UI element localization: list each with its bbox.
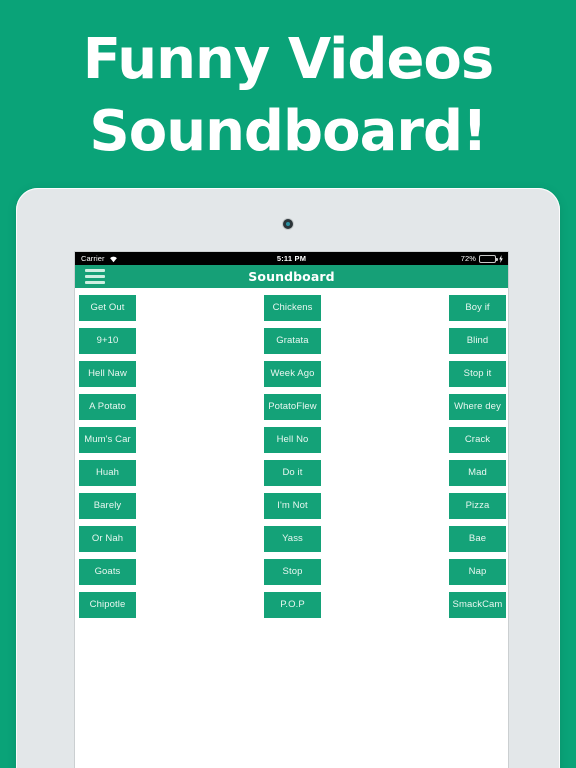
sound-button[interactable]: Get Out: [79, 295, 136, 321]
soundboard-column-middle: Chickens Gratata Week Ago PotatoFlew Hell No…: [264, 295, 321, 618]
sound-button[interactable]: Barely: [79, 493, 136, 519]
sound-button[interactable]: SmackCam: [449, 592, 506, 618]
sound-button[interactable]: A Potato: [79, 394, 136, 420]
sound-button[interactable]: Mad: [449, 460, 506, 486]
sound-button[interactable]: Huah: [79, 460, 136, 486]
sound-button[interactable]: P.O.P: [264, 592, 321, 618]
sound-button[interactable]: Pizza: [449, 493, 506, 519]
sound-button[interactable]: Chipotle: [79, 592, 136, 618]
lightning-bolt-icon: [499, 254, 503, 263]
sound-button[interactable]: Do it: [264, 460, 321, 486]
sound-button[interactable]: 9+10: [79, 328, 136, 354]
sound-button[interactable]: Crack: [449, 427, 506, 453]
tablet-device-frame: Carrier 5:11 PM 72% Soundboard Get Out 9…: [16, 188, 560, 768]
sound-button[interactable]: Blind: [449, 328, 506, 354]
app-navigation-bar: Soundboard: [75, 265, 508, 288]
sound-button[interactable]: I'm Not: [264, 493, 321, 519]
device-screen: Carrier 5:11 PM 72% Soundboard Get Out 9…: [75, 252, 508, 768]
sound-button[interactable]: Goats: [79, 559, 136, 585]
sound-button[interactable]: Where dey: [449, 394, 506, 420]
soundboard-column-right: Boy if Blind Stop it Where dey Crack Mad Pizza…: [449, 295, 506, 618]
promo-headline: Funny Videos Soundboard!: [0, 24, 576, 168]
sound-button[interactable]: Chickens: [264, 295, 321, 321]
sound-button[interactable]: Hell No: [264, 427, 321, 453]
app-title: Soundboard: [248, 269, 335, 284]
sound-button[interactable]: PotatoFlew: [264, 394, 321, 420]
soundboard-column-left: Get Out 9+10 Hell Naw A Potato Mum's Car Huah…: [79, 295, 136, 618]
battery-percent-label: 72%: [460, 254, 476, 263]
ios-status-bar: Carrier 5:11 PM 72%: [75, 252, 508, 265]
soundboard-columns: Get Out 9+10 Hell Naw A Potato Mum's Car Huah…: [75, 295, 508, 618]
front-camera-icon: [283, 219, 293, 229]
battery-icon: [479, 254, 498, 263]
sound-button[interactable]: Week Ago: [264, 361, 321, 387]
clock-label: 5:11 PM: [276, 254, 307, 263]
sound-button[interactable]: Or Nah: [79, 526, 136, 552]
promo-headline-line-2: Soundboard!: [89, 99, 487, 164]
promo-headline-line-1: Funny Videos: [82, 27, 495, 92]
sound-button[interactable]: Gratata: [264, 328, 321, 354]
soundboard-grid: Get Out 9+10 Hell Naw A Potato Mum's Car Huah…: [75, 288, 508, 768]
sound-button[interactable]: Bae: [449, 526, 506, 552]
sound-button[interactable]: Boy if: [449, 295, 506, 321]
sound-button[interactable]: Yass: [264, 526, 321, 552]
sound-button[interactable]: Hell Naw: [79, 361, 136, 387]
sound-button[interactable]: Stop: [264, 559, 321, 585]
sound-button[interactable]: Stop it: [449, 361, 506, 387]
sound-button[interactable]: Nap: [449, 559, 506, 585]
status-bar-right: 72%: [461, 252, 503, 265]
sound-button[interactable]: Mum's Car: [79, 427, 136, 453]
